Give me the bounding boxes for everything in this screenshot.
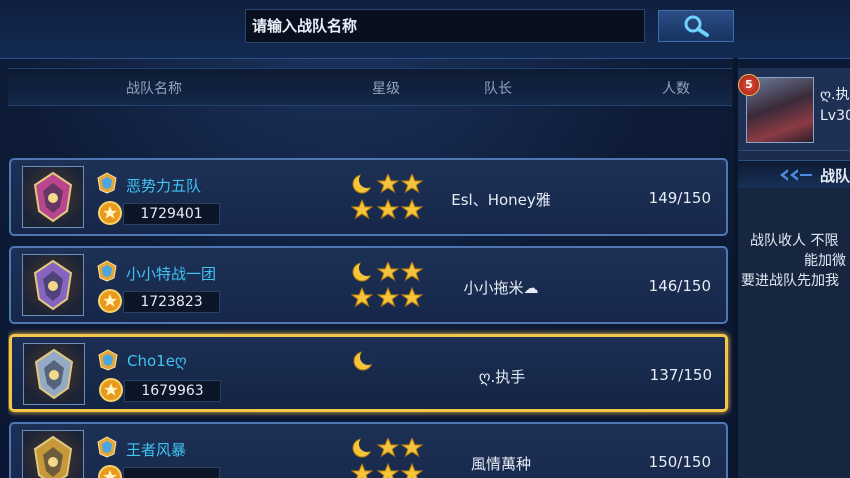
team-score: 1729401	[123, 203, 220, 225]
team-score: 1679963	[124, 380, 221, 402]
star-icon	[400, 438, 424, 458]
announcement-line-1: 战队收人 不限	[750, 233, 839, 249]
search-input[interactable]: 请输入战队名称	[245, 9, 645, 43]
team-row[interactable]: 恶势力五队 1729401 Esl、Honey雅 149/150	[9, 158, 728, 236]
star-level	[353, 351, 376, 371]
star-icon	[400, 174, 424, 194]
team-announcement: 战队收人 不限 能加微 要进战队先加我	[738, 188, 850, 478]
team-emblem-icon	[34, 348, 74, 400]
col-captain: 队长	[484, 81, 512, 97]
star-icon	[351, 198, 374, 220]
profile-level: Lv30	[820, 108, 850, 124]
star-level	[351, 174, 424, 220]
announcement-line-3: 要进战队先加我	[741, 273, 839, 289]
chevron-ornament-icon	[780, 169, 812, 181]
team-captain: 風情萬种	[470, 455, 531, 473]
level-badge: 5	[738, 74, 760, 96]
rank-badge-icon	[98, 349, 118, 371]
team-emblem	[22, 166, 84, 228]
team-score: 1723823	[123, 291, 220, 313]
rank-badge-icon	[97, 260, 117, 282]
team-emblem	[22, 254, 84, 316]
star-icon	[400, 262, 424, 282]
star-level	[351, 438, 424, 478]
team-name: 王者风暴	[126, 441, 187, 459]
star-icon	[376, 462, 400, 478]
star-icon	[376, 438, 400, 458]
rank-badge-icon	[97, 436, 117, 458]
team-captain: ღ.执手	[478, 368, 526, 386]
col-members: 人数	[662, 81, 690, 97]
star-icon	[376, 262, 400, 282]
coin-icon	[98, 201, 122, 225]
star-icon	[351, 462, 374, 478]
team-score	[123, 467, 220, 478]
star-icon	[400, 198, 424, 220]
team-emblem-icon	[33, 435, 73, 478]
team-members: 150/150	[648, 453, 711, 471]
search-icon	[684, 15, 709, 37]
team-members: 137/150	[649, 366, 712, 384]
team-emblem	[22, 430, 84, 478]
star-icon	[400, 286, 424, 308]
team-captain: 小小拖米☁	[463, 279, 539, 297]
team-name: 小小特战一团	[126, 265, 217, 283]
moon-icon	[352, 174, 375, 194]
team-emblem	[23, 343, 85, 405]
star-icon	[400, 462, 424, 478]
side-panel: 5 ღ.执 Lv30 战队 战队收人 不限 能加微 要进战队先加我	[738, 68, 850, 478]
coin-icon	[98, 465, 122, 478]
team-emblem-icon	[33, 171, 73, 223]
team-members: 149/150	[648, 189, 711, 207]
col-star-level: 星级	[372, 81, 400, 97]
star-level	[351, 262, 424, 308]
profile-card[interactable]: 5 ღ.执 Lv30	[738, 68, 850, 151]
moon-icon	[352, 438, 375, 458]
team-row[interactable]: Cho1eღ 1679963 ღ.执手 137/150	[9, 334, 728, 412]
star-icon	[351, 286, 374, 308]
team-captain: Esl、Honey雅	[451, 191, 551, 209]
coin-icon	[99, 378, 123, 402]
team-list: 战队名称 星级 队长 人数 1747255 Hc、太	[8, 68, 732, 478]
announcement-line-2: 能加微	[804, 253, 846, 269]
search-button[interactable]	[658, 10, 734, 42]
coin-icon	[98, 289, 122, 313]
star-icon	[376, 174, 400, 194]
star-icon	[376, 286, 400, 308]
team-members: 146/150	[648, 277, 711, 295]
side-title: 战队	[820, 167, 850, 185]
team-emblem-icon	[33, 259, 73, 311]
team-name: 恶势力五队	[126, 177, 202, 195]
moon-icon	[352, 262, 375, 282]
side-title-bar: 战队	[738, 160, 850, 190]
star-icon	[376, 198, 400, 220]
moon-icon	[353, 351, 376, 371]
profile-name: ღ.执	[820, 87, 850, 103]
top-bar: 请输入战队名称	[0, 0, 850, 59]
team-row[interactable]: 王者风暴 風情萬种 150/150	[9, 422, 728, 478]
rank-badge-icon	[97, 172, 117, 194]
team-row[interactable]: 小小特战一团 1723823 小小拖米☁ 146/150	[9, 246, 728, 324]
col-team-name: 战队名称	[126, 81, 182, 97]
team-name: Cho1eღ	[127, 352, 187, 370]
table-header: 战队名称 星级 队长 人数	[8, 68, 732, 106]
